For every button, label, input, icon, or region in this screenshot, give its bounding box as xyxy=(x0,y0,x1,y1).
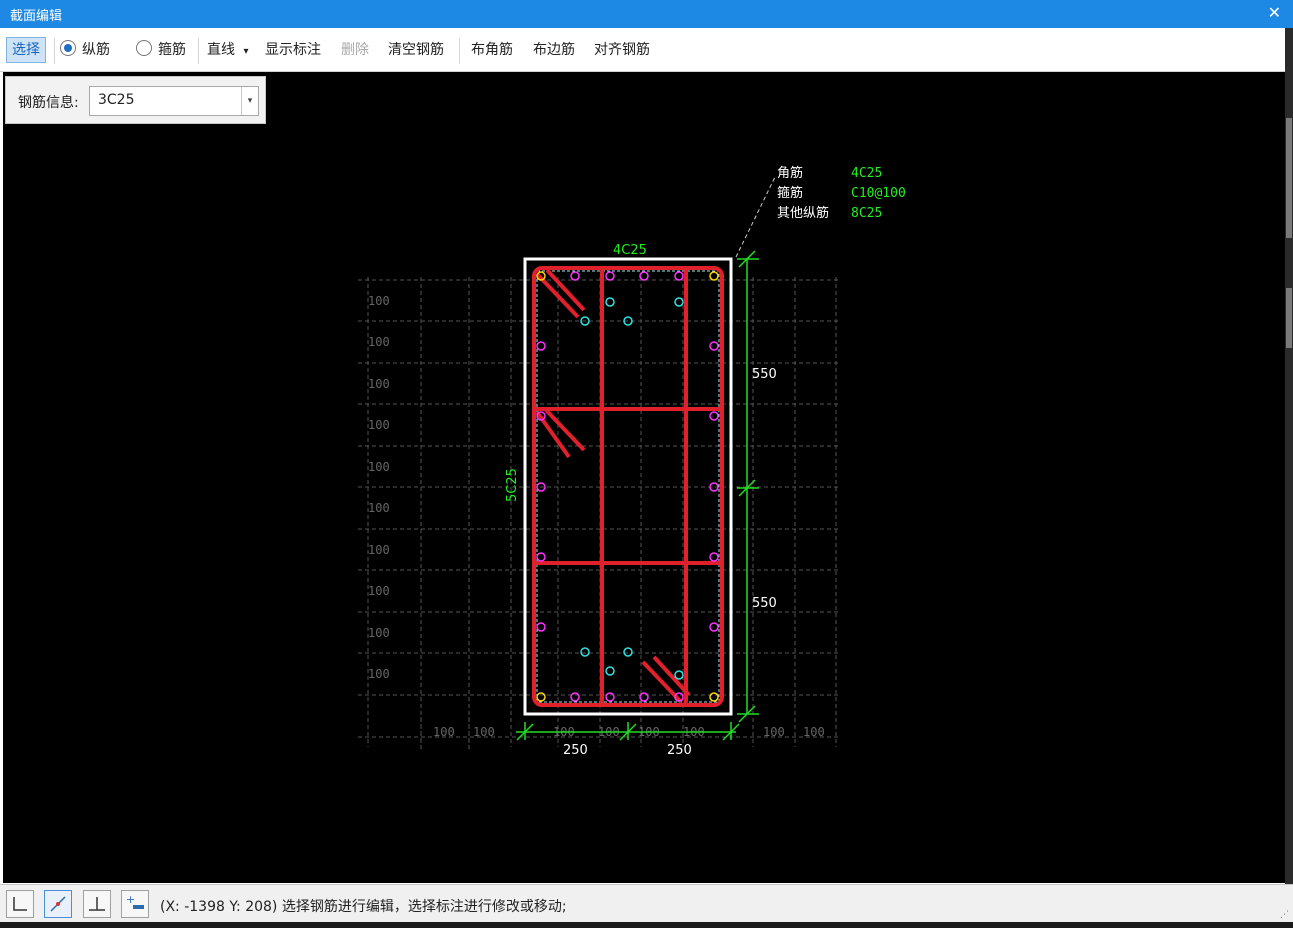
rebar-info-combo[interactable]: 3C25 ▾ xyxy=(89,86,259,116)
toolbar-divider xyxy=(198,38,199,64)
right-edge-strip xyxy=(1285,28,1293,928)
status-message: (X: -1398 Y: 208) 选择钢筋进行编辑，选择标注进行修改或移动; xyxy=(160,896,567,916)
leader-line xyxy=(735,176,776,258)
svg-text:+: + xyxy=(126,893,135,906)
svg-text:100: 100 xyxy=(433,725,455,739)
stirrup-points xyxy=(580,297,684,680)
longitudinal-radio[interactable]: 纵筋 xyxy=(60,38,110,62)
summary-corner-value: 4C25 xyxy=(851,166,882,181)
statusbar: + (X: -1398 Y: 208) 选择钢筋进行编辑，选择标注进行修改或移动… xyxy=(0,884,1293,923)
svg-text:100: 100 xyxy=(368,460,390,474)
align-rebar-button[interactable]: 对齐钢筋 xyxy=(594,38,650,62)
resize-grip-icon[interactable]: ⋰ xyxy=(1280,910,1289,920)
rebar-info-panel: 钢筋信息: 3C25 ▾ xyxy=(5,76,266,124)
stirrup-label: 箍筋 xyxy=(158,42,186,58)
show-annotation-button[interactable]: 显示标注 xyxy=(265,38,321,62)
select-button[interactable]: 选择 xyxy=(6,37,46,63)
svg-text:100: 100 xyxy=(368,584,390,598)
summary-stirrup-label: 箍筋 xyxy=(777,185,803,201)
svg-text:100: 100 xyxy=(368,667,390,681)
svg-text:100: 100 xyxy=(803,725,825,739)
polar-icon[interactable] xyxy=(44,890,72,918)
svg-text:100: 100 xyxy=(368,335,390,349)
scrollbar-thumb[interactable] xyxy=(1286,288,1292,348)
rebar-info-label: 钢筋信息: xyxy=(18,95,79,111)
summary-other-value: 8C25 xyxy=(851,206,882,221)
radio-unchecked-icon xyxy=(136,40,152,56)
svg-text:100: 100 xyxy=(763,725,785,739)
svg-text:100: 100 xyxy=(368,377,390,391)
edge-rebar-button[interactable]: 布边筋 xyxy=(533,38,575,62)
cursor-coords: (X: -1398 Y: 208) xyxy=(160,899,278,915)
delete-button[interactable]: 删除 xyxy=(341,38,369,62)
dimension-right[interactable]: 250 xyxy=(667,743,692,758)
close-icon[interactable]: ✕ xyxy=(1268,3,1281,22)
clear-rebar-button[interactable]: 清空钢筋 xyxy=(388,38,444,62)
status-hint: 选择钢筋进行编辑，选择标注进行修改或移动; xyxy=(281,899,567,915)
bottom-edge-strip xyxy=(0,922,1293,928)
line-dropdown-button[interactable]: 直线 ▾ xyxy=(207,38,248,62)
radio-checked-icon xyxy=(60,40,76,56)
grid-labels: 100 100 100 100 100 100 100 100 100 100 … xyxy=(368,294,825,739)
corner-rebar-button[interactable]: 布角筋 xyxy=(471,38,513,62)
svg-text:100: 100 xyxy=(473,725,495,739)
dimension-upper[interactable]: 550 xyxy=(752,367,777,382)
svg-text:100: 100 xyxy=(368,418,390,432)
toolbar: 选择 纵筋 箍筋 直线 ▾ 显示标注 删除 清空钢筋 布角筋 布边筋 对齐钢筋 xyxy=(0,30,1285,72)
summary-stirrup-value: C10@100 xyxy=(851,186,906,201)
side-rebar-annotation[interactable]: 5C25 xyxy=(505,468,520,502)
stirrup-radio[interactable]: 箍筋 xyxy=(136,38,186,62)
svg-text:100: 100 xyxy=(368,501,390,515)
line-label: 直线 xyxy=(207,42,235,58)
svg-text:100: 100 xyxy=(368,294,390,308)
perpendicular-icon[interactable] xyxy=(83,890,111,918)
grid xyxy=(358,277,838,752)
toolbar-divider xyxy=(54,38,55,64)
section-drawing: 100 100 100 100 100 100 100 100 100 100 … xyxy=(358,165,906,758)
chevron-down-icon[interactable]: ▾ xyxy=(241,87,258,115)
snap-icon[interactable]: + xyxy=(121,890,149,918)
svg-text:100: 100 xyxy=(368,626,390,640)
summary-other-label: 其他纵筋 xyxy=(777,205,829,221)
window-titlebar: 截面编辑 ✕ xyxy=(0,0,1293,28)
top-rebar-annotation[interactable]: 4C25 xyxy=(613,243,647,258)
summary-corner-label: 角筋 xyxy=(777,165,803,181)
chevron-down-icon: ▾ xyxy=(243,46,249,57)
longitudinal-label: 纵筋 xyxy=(82,42,110,58)
dimension-lower[interactable]: 550 xyxy=(752,596,777,611)
dimension-left[interactable]: 250 xyxy=(563,743,588,758)
rebar-info-value[interactable]: 3C25 xyxy=(98,92,135,108)
ortho-icon[interactable] xyxy=(6,890,34,918)
window-title: 截面编辑 xyxy=(10,9,63,24)
svg-text:100: 100 xyxy=(368,543,390,557)
toolbar-divider xyxy=(459,38,460,64)
drawing-canvas[interactable]: 100 100 100 100 100 100 100 100 100 100 … xyxy=(3,72,1285,883)
scrollbar-thumb[interactable] xyxy=(1286,118,1292,238)
